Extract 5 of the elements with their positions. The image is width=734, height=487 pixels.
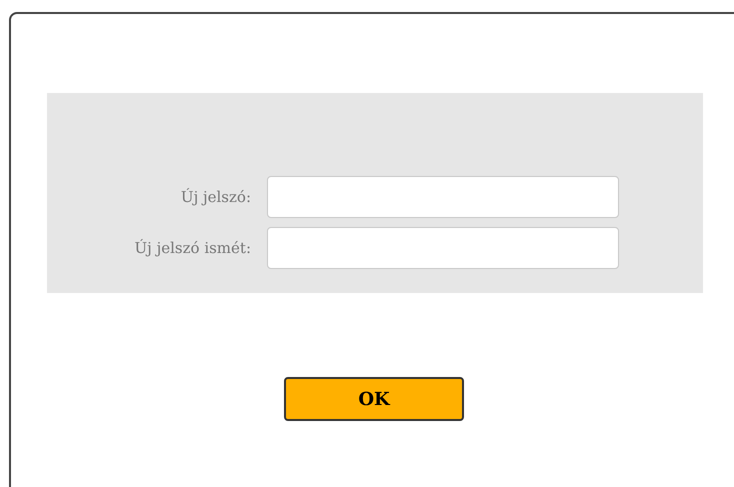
password-field[interactable] [267, 227, 619, 269]
password-field[interactable] [267, 176, 619, 218]
field-label: Új jelszó ismét: [134, 238, 252, 259]
ok-button[interactable]: OK [284, 377, 464, 421]
field-label: Új jelszó: [180, 186, 252, 208]
